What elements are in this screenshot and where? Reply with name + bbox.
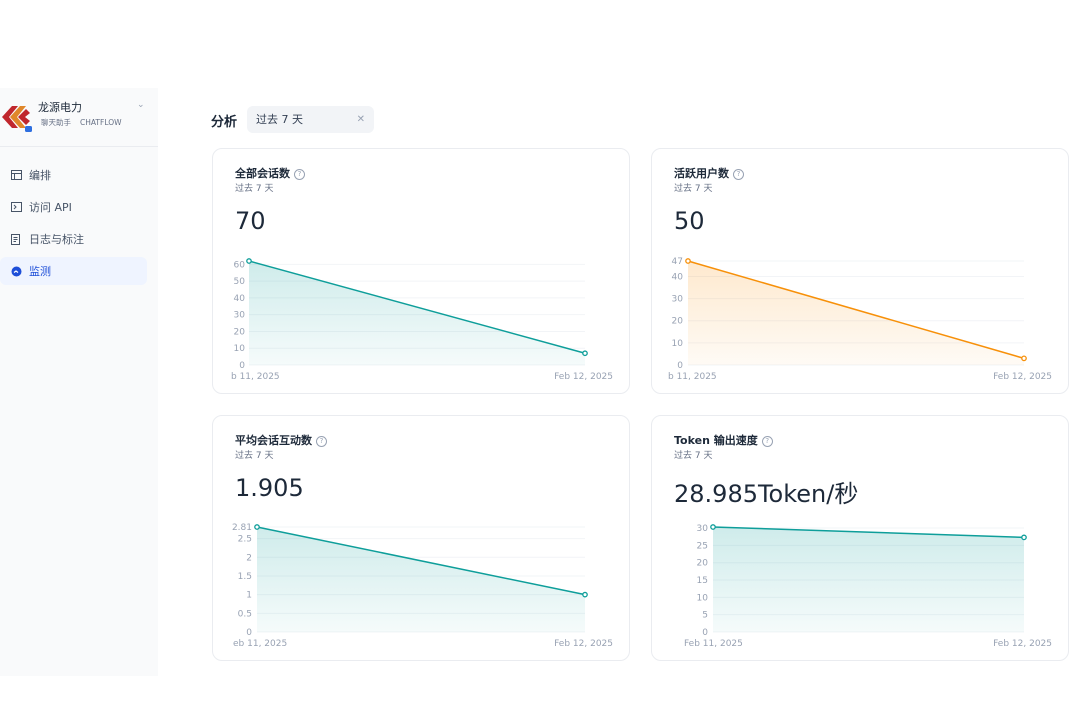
app-header[interactable]: 龙源电力 聊天助手 CHATFLOW ⌄ <box>0 88 158 148</box>
y-tick-label: 10 <box>672 339 684 349</box>
chart: 0 10 20 30 40 47 b 11, 2025 Feb 12, 2025 <box>668 257 1052 382</box>
sidebar-item-orchestrate[interactable]: 编排 <box>0 161 147 189</box>
sidebar-item-label: 编排 <box>29 169 51 182</box>
chart: 0 0.5 1 1.5 2 2.5 2.81 eb 11, 2025 Feb 12, 2025 <box>232 523 613 649</box>
terminal-icon <box>10 202 22 212</box>
y-tick-label: 0 <box>677 361 683 371</box>
sidebar-item-logs[interactable]: 日志与标注 <box>0 225 147 253</box>
data-point[interactable] <box>1021 355 1027 362</box>
x-tick-label: Feb 12, 2025 <box>554 639 613 649</box>
app-kind-label: CHATFLOW <box>80 118 122 127</box>
data-point[interactable] <box>582 350 588 357</box>
y-tick-label: 0 <box>246 628 252 638</box>
card-active-users: 活跃用户数? 过去 7 天 50 0 10 20 30 40 47 b 11, 2025 Fe… <box>651 148 1069 394</box>
sidebar-item-api[interactable]: 访问 API <box>0 193 147 221</box>
y-tick-label: 40 <box>234 294 246 304</box>
y-tick-label: 0 <box>702 628 708 638</box>
divider <box>0 146 158 147</box>
card-avg-interactions: 平均会话互动数? 过去 7 天 1.905 0 0.5 1 1.5 2 2.5 2.81 eb… <box>212 415 630 661</box>
y-tick-label: 40 <box>672 272 684 282</box>
x-tick-label: Feb 12, 2025 <box>993 372 1052 382</box>
y-tick-label: 0.5 <box>238 609 252 619</box>
app-logo <box>2 106 32 132</box>
chevron-down-icon[interactable]: ⌄ <box>137 100 145 110</box>
y-tick-label: 47 <box>672 257 683 267</box>
y-tick-label: 20 <box>672 317 684 327</box>
y-tick-label: 5 <box>702 611 708 621</box>
y-tick-label: 30 <box>234 311 246 321</box>
data-point[interactable] <box>1021 534 1027 541</box>
series-area <box>257 527 585 632</box>
y-tick-label: 60 <box>234 260 246 270</box>
sidebar-item-monitor[interactable]: 监测 <box>0 257 147 285</box>
x-tick-label: eb 11, 2025 <box>233 639 287 649</box>
series-area <box>713 527 1024 632</box>
file-text-icon <box>10 233 22 245</box>
data-point[interactable] <box>710 524 716 530</box>
y-tick-label: 0 <box>239 361 245 371</box>
app-name: 龙源电力 <box>38 101 82 114</box>
app-type: 聊天助手 CHATFLOW <box>41 117 131 128</box>
y-tick-label: 20 <box>697 559 709 569</box>
data-point[interactable] <box>246 258 252 264</box>
sidebar: 龙源电力 聊天助手 CHATFLOW ⌄ 编排 访问 API 日志与标注 监测 <box>0 88 158 676</box>
y-tick-label: 50 <box>234 277 246 287</box>
period-select[interactable]: 过去 7 天 ✕ <box>247 106 374 133</box>
data-point[interactable] <box>685 258 691 264</box>
y-tick-label: 25 <box>697 541 708 551</box>
x-tick-label: Feb 12, 2025 <box>993 639 1052 649</box>
x-tick-label: Feb 11, 2025 <box>684 639 743 649</box>
sidebar-item-label: 监测 <box>29 265 51 278</box>
card-token-speed: Token 输出速度? 过去 7 天 28.985Token/秒 0 5 10 15 2… <box>651 415 1069 661</box>
series-area <box>249 261 585 365</box>
y-tick-label: 2.5 <box>238 535 252 545</box>
chart: 0 10 20 30 40 50 60 b 11, 2025 Feb 12, 2025 <box>231 258 613 382</box>
close-icon[interactable]: ✕ <box>357 106 365 133</box>
chart: 0 5 10 15 20 25 30 Feb 11, 2025 Feb 12, 2025 <box>684 524 1052 649</box>
data-point[interactable] <box>582 591 588 598</box>
y-tick-label: 2.81 <box>232 523 252 533</box>
sidebar-item-label: 访问 API <box>29 201 72 214</box>
y-tick-label: 20 <box>234 327 246 337</box>
layout-icon <box>10 170 22 180</box>
period-value: 过去 7 天 <box>256 113 303 126</box>
y-tick-label: 30 <box>697 524 709 534</box>
app-mode-label: 聊天助手 <box>41 118 71 127</box>
y-tick-label: 10 <box>234 344 246 354</box>
y-tick-label: 15 <box>697 576 708 586</box>
data-point[interactable] <box>254 524 260 530</box>
y-tick-label: 2 <box>246 553 252 563</box>
y-tick-label: 30 <box>672 295 684 305</box>
card-total-conversations: 全部会话数? 过去 7 天 70 0 10 20 30 40 50 60 b 11, 2025… <box>212 148 630 394</box>
sidebar-item-label: 日志与标注 <box>29 233 84 246</box>
page-title: 分析 <box>211 115 238 130</box>
y-tick-label: 1.5 <box>238 572 252 582</box>
monitor-icon <box>10 266 22 277</box>
y-tick-label: 1 <box>246 591 252 601</box>
x-tick-label: Feb 12, 2025 <box>554 372 613 382</box>
y-tick-label: 10 <box>697 593 709 603</box>
x-tick-label: b 11, 2025 <box>668 372 717 382</box>
x-tick-label: b 11, 2025 <box>231 372 280 382</box>
